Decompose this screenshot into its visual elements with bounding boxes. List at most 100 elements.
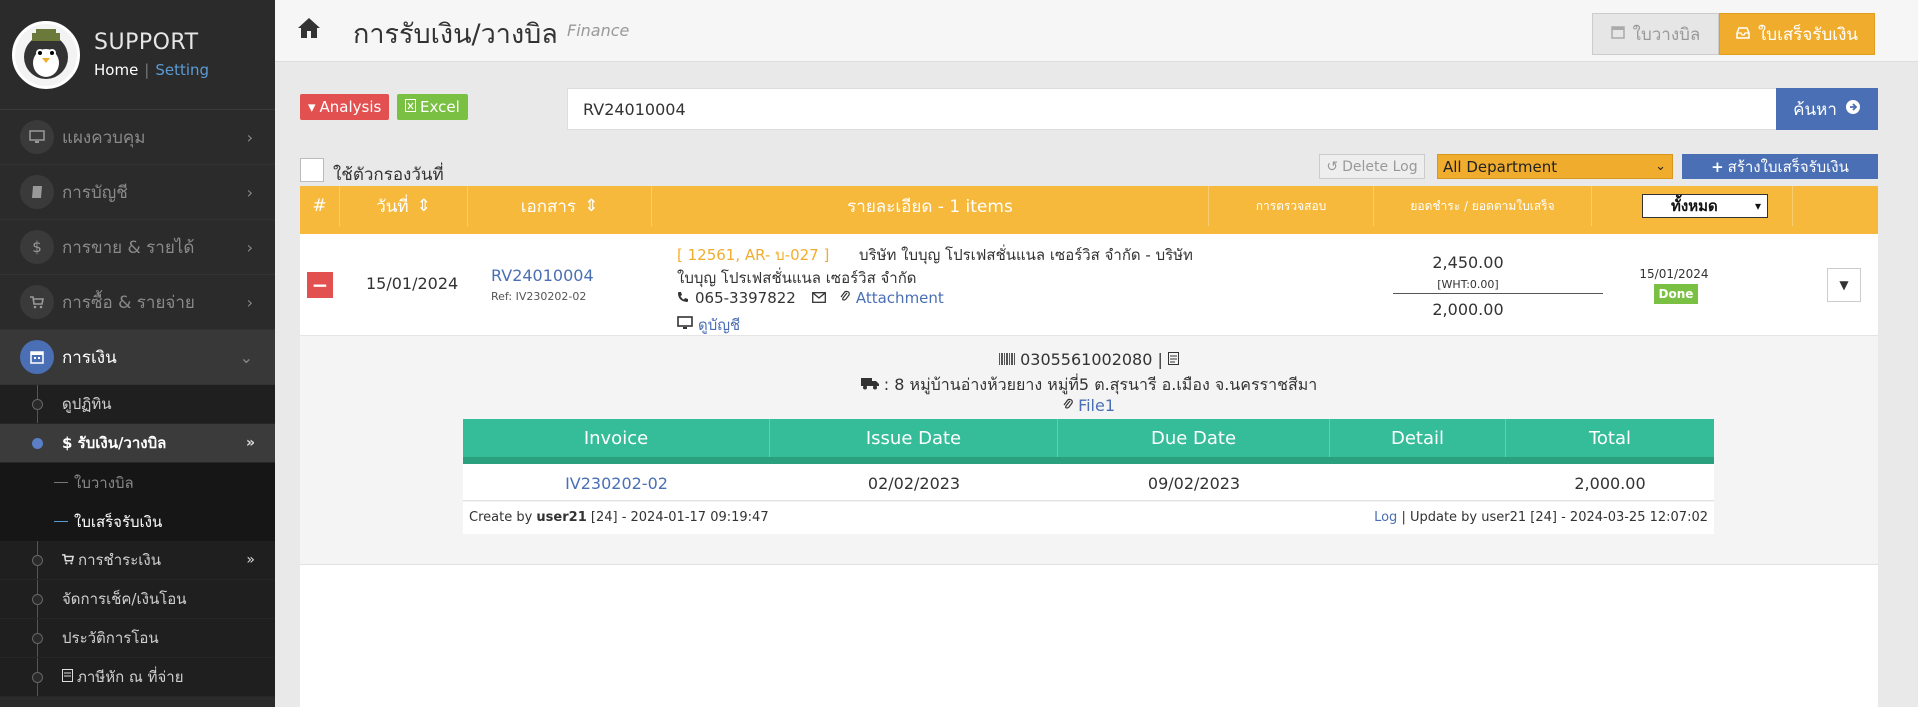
sidebar-item-label: ประวัติการโอน	[62, 629, 159, 647]
col-detail: Detail	[1330, 419, 1506, 457]
bullet-icon	[32, 438, 43, 449]
col-number: #	[300, 186, 340, 226]
analysis-button-label: Analysis	[319, 98, 382, 116]
sidebar: SUPPORT Home | Setting แผงควบคุม › การบัญช…	[0, 0, 275, 707]
phone-icon	[677, 289, 689, 307]
date-filter-checkbox[interactable]	[300, 158, 324, 182]
col-check: การตรวจสอบ	[1209, 186, 1374, 226]
sidebar-item-calendar[interactable]: ดูปฏิทิน	[0, 385, 275, 424]
date-filter-label: ใช้ตัวกรองวันที่	[333, 165, 444, 185]
sidebar-item-label: การชำระเงิน	[78, 551, 161, 569]
phone-number: 065-3397822	[695, 289, 796, 307]
sidebar-item-transfer-history[interactable]: ประวัติการโอน	[0, 619, 275, 658]
cart-icon	[62, 551, 75, 569]
chevron-right-icon: ›	[246, 293, 253, 312]
inbox-icon	[1736, 24, 1750, 44]
analysis-button[interactable]: ▾ Analysis	[300, 94, 390, 120]
amount-divider	[1393, 293, 1603, 294]
document-link[interactable]: RV24010004	[491, 266, 594, 285]
row-date: 15/01/2024	[366, 274, 459, 293]
sidebar-item-label: ดูปฏิทิน	[62, 395, 112, 413]
search-button[interactable]: ค้นหา	[1776, 88, 1878, 130]
main-content: ▾ Analysis Excel ค้นหา ใช้ตัวกรองวันที่ …	[275, 62, 1918, 707]
view-ledger-link[interactable]: ดูบัญชี	[677, 313, 740, 337]
invoice-total: 2,000.00	[1574, 474, 1646, 493]
setting-link[interactable]: Setting	[155, 61, 209, 79]
brand-title: SUPPORT	[94, 30, 199, 55]
col-issue-date: Issue Date	[770, 419, 1058, 457]
document-icon	[62, 668, 73, 686]
home-icon[interactable]	[297, 17, 321, 43]
home-link[interactable]: Home	[94, 61, 138, 79]
receipt-button[interactable]: ใบเสร็จรับเงิน	[1719, 13, 1875, 55]
logo[interactable]	[12, 20, 80, 89]
delete-log-button-label: Delete Log	[1342, 158, 1418, 175]
sidebar-item-wht[interactable]: ภาษีหัก ณ ที่จ่าย	[0, 658, 275, 697]
col-date[interactable]: วันที่ ⇕	[340, 186, 468, 226]
link-separator: |	[144, 61, 150, 79]
sidebar-item-payment[interactable]: การชำระเงิน »	[0, 541, 275, 580]
amount-receipt: 2,000.00	[1432, 300, 1504, 319]
created-by-prefix: Create by	[469, 510, 533, 525]
row-actions-dropdown[interactable]: ▼	[1827, 268, 1861, 302]
customer-name-cont: ใบบุญ โปรเฟสชั่นแนล เซอร์วิส จำกัด	[677, 269, 917, 287]
plus-icon: +	[1711, 157, 1724, 176]
sidebar-item-purchase[interactable]: การซื้อ & รายจ่าย ›	[0, 275, 275, 330]
document-icon[interactable]	[1168, 350, 1179, 369]
search-input[interactable]	[567, 88, 1785, 130]
tax-id-line: 0305561002080 |	[300, 350, 1878, 369]
log-link[interactable]: Log	[1374, 510, 1397, 525]
document-ref: Ref: IV230202-02	[491, 290, 587, 303]
chevron-right-icon: ›	[246, 183, 253, 202]
sidebar-item-sales[interactable]: $ การขาย & รายได้ ›	[0, 220, 275, 275]
col-total: Total	[1588, 427, 1632, 449]
sidebar-item-receipt[interactable]: ใบเสร็จรับเงิน	[0, 502, 275, 541]
col-document[interactable]: เอกสาร ⇕	[468, 186, 652, 226]
attachment-link[interactable]: Attachment	[856, 289, 944, 307]
amount-paid: 2,450.00	[1432, 253, 1504, 272]
sidebar-item-finance[interactable]: การเงิน ⌄	[0, 330, 275, 385]
sidebar-item-label: การเงิน	[62, 347, 117, 368]
email-icon[interactable]	[811, 289, 826, 307]
sidebar-item-receive-billing[interactable]: $ รับเงิน/วางบิล »	[0, 424, 275, 463]
sidebar-item-accounting[interactable]: การบัญชี ›	[0, 165, 275, 220]
department-select[interactable]: All Department ⌄	[1437, 154, 1673, 179]
invoice-issue-date: 02/02/2023	[867, 474, 961, 493]
excel-button[interactable]: Excel	[397, 94, 468, 120]
sidebar-menu: แผงควบคุม › การบัญชี › $ การขาย & รายได้…	[0, 110, 275, 697]
view-ledger-label: ดูบัญชี	[698, 316, 741, 334]
address-line: : 8 หมู่บ้านอ่างห้วยยาง หมู่ที่5 ต.สุรนา…	[300, 373, 1878, 398]
col-date-label: วันที่	[376, 196, 409, 217]
address: : 8 หมู่บ้านอ่างห้วยยาง หมู่ที่5 ต.สุรนา…	[883, 375, 1318, 394]
bullet-icon	[32, 399, 43, 410]
col-amount: ยอดชำระ / ยอดตามใบเสร็จ	[1374, 186, 1592, 226]
caret-down-icon: ▾	[308, 98, 316, 116]
arrow-circle-right-icon	[1845, 99, 1861, 120]
sidebar-item-label: $ รับเงิน/วางบิล	[62, 434, 167, 452]
created-by: Create by user21 [24] - 2024-01-17 09:19…	[469, 510, 769, 525]
calendar-icon	[20, 340, 54, 374]
billing-note-button[interactable]: ใบวางบิล	[1592, 13, 1719, 55]
invoice-link[interactable]: IV230202-02	[463, 474, 770, 493]
separator: |	[1157, 350, 1168, 369]
file-line: File1	[300, 396, 1878, 415]
col-document-label: เอกสาร	[520, 196, 577, 217]
created-by-user: user21	[536, 510, 587, 525]
created-by-details: [24] - 2024-01-17 09:19:47	[590, 510, 769, 525]
desktop-icon	[677, 316, 693, 334]
sidebar-item-billing-note[interactable]: ใบวางบิล	[0, 463, 275, 502]
status-filter-select[interactable]: ทั้งหมด ▾	[1642, 194, 1768, 218]
col-invoice: Invoice	[463, 419, 770, 457]
contact-line: 065-3397822 Attachment	[677, 289, 944, 307]
delete-log-button[interactable]: ↺ Delete Log	[1319, 154, 1425, 179]
collapse-button[interactable]: −	[307, 272, 333, 298]
table-header: # วันที่ ⇕ เอกสาร ⇕ รายละเอียด - 1 items…	[300, 186, 1878, 226]
create-receipt-button[interactable]: + สร้างใบเสร็จรับเงิน	[1682, 154, 1878, 179]
status-filter-value: ทั้งหมด	[1671, 197, 1718, 215]
sidebar-item-cheque[interactable]: จัดการเช็ค/เงินโอน	[0, 580, 275, 619]
col-detail: รายละเอียด - 1 items	[652, 186, 1209, 226]
sort-icon: ⇕	[584, 196, 599, 216]
check-date: 15/01/2024	[1639, 267, 1709, 281]
sidebar-item-dashboard[interactable]: แผงควบคุม ›	[0, 110, 275, 165]
file-link[interactable]: File1	[1078, 396, 1115, 415]
